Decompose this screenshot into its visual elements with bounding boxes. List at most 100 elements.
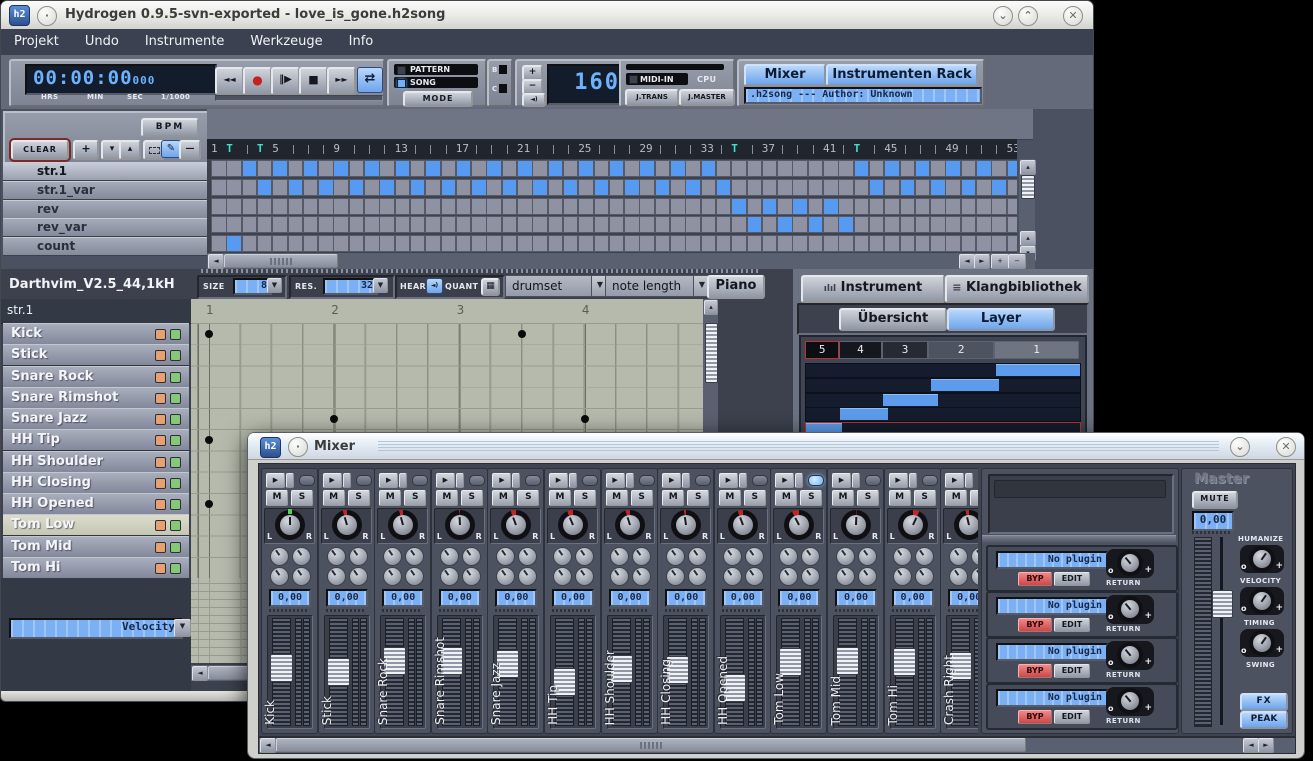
song-cell[interactable] [333,179,349,196]
show-peaks-button[interactable]: PEAK [1240,711,1288,729]
pattern-row[interactable]: count [3,237,207,256]
instrument-row[interactable]: Snare Jazz [3,408,189,430]
fx4-send-knob[interactable] [518,567,537,586]
fx-bypass-button[interactable]: BYP [1018,710,1052,724]
trigger-bar-button[interactable] [512,473,520,488]
maximize-button[interactable]: ⌃ [1018,6,1038,26]
song-cell[interactable] [762,160,778,177]
note-dot[interactable] [205,436,213,444]
song-cell[interactable] [532,216,548,233]
song-cell[interactable] [884,198,900,215]
song-cell[interactable] [838,235,854,252]
loop-button[interactable]: ⇄ [357,67,383,93]
song-cell[interactable] [288,235,304,252]
song-cell[interactable] [701,179,717,196]
fx1-send-knob[interactable] [893,547,912,566]
instrument-solo-button[interactable] [170,435,181,446]
song-cell[interactable] [869,216,885,233]
strip-volume-lcd[interactable]: 0,00 [382,589,424,607]
song-cell[interactable] [425,198,441,215]
song-cell[interactable] [731,198,747,215]
song-cell[interactable] [395,160,411,177]
song-cell[interactable] [945,198,961,215]
song-bpm-button[interactable]: BPM [141,118,199,137]
song-cell[interactable] [930,179,946,196]
song-cell[interactable] [747,235,763,252]
song-cell[interactable] [211,198,227,215]
song-cell[interactable] [257,179,273,196]
song-cell[interactable] [318,179,334,196]
song-cell[interactable] [930,198,946,215]
instrument-row[interactable]: Tom Mid [3,536,189,558]
instrument-mute-button[interactable] [155,435,166,446]
song-cell[interactable] [716,235,732,252]
timeline-number[interactable]: 17 [456,142,469,155]
song-cell[interactable] [517,179,533,196]
song-cell[interactable] [685,235,701,252]
song-cell[interactable] [395,235,411,252]
fx1-send-knob[interactable] [666,547,685,566]
note-property-dropdown-button[interactable]: ▼ [174,619,191,637]
song-cell[interactable] [379,198,395,215]
close-button[interactable]: ✕ [1276,437,1296,457]
song-cell[interactable] [701,198,717,215]
song-cell[interactable] [288,160,304,177]
layer-header-5[interactable]: 5 [805,341,839,359]
song-cell[interactable] [333,160,349,177]
strip-volume-lcd[interactable]: 0,00 [495,589,537,607]
song-cell[interactable] [869,235,885,252]
fx1-send-knob[interactable] [440,547,459,566]
song-cell[interactable] [349,160,365,177]
song-cell[interactable] [808,198,824,215]
song-cell[interactable] [242,179,258,196]
res-lcd[interactable]: 32 [323,278,378,295]
song-cell[interactable] [303,160,319,177]
song-cell[interactable] [364,198,380,215]
song-cell[interactable] [257,235,273,252]
song-cell[interactable] [1007,216,1017,233]
song-cell[interactable] [762,216,778,233]
song-cell[interactable] [838,198,854,215]
song-zoom-out-button[interactable]: − [1008,254,1026,269]
instrument-row[interactable]: HH Opened [3,493,189,515]
strip-volume-lcd[interactable]: 0,00 [552,589,594,607]
song-cell[interactable] [762,198,778,215]
song-cell[interactable] [288,179,304,196]
stop-button[interactable]: ■ [299,67,328,95]
mute-button[interactable]: M [775,490,797,506]
song-timeline[interactable]: 1TT59131721252933T3741T454953 [207,139,1017,159]
song-cell[interactable] [226,216,242,233]
song-cell[interactable] [226,198,242,215]
song-cell[interactable] [869,160,885,177]
strip-volume-lcd[interactable]: 0,00 [665,589,707,607]
fx2-send-knob[interactable] [801,547,820,566]
fx1-send-knob[interactable] [496,547,515,566]
song-cell[interactable] [288,216,304,233]
trigger-bar-button[interactable] [682,473,690,488]
instrument-row[interactable]: Tom Hi [3,557,189,579]
song-cell[interactable] [441,216,457,233]
instrument-solo-button[interactable] [170,414,181,425]
song-cell[interactable] [930,160,946,177]
song-cell[interactable] [655,160,671,177]
fx2-send-knob[interactable] [292,547,311,566]
song-cell[interactable] [670,235,686,252]
instrument-mute-button[interactable] [155,457,166,468]
song-cell[interactable] [211,235,227,252]
song-cell[interactable] [272,216,288,233]
solo-button[interactable]: S [744,490,766,506]
song-scroll-right-button[interactable]: ► [974,254,990,269]
instrument-mute-button[interactable] [155,563,166,574]
fx1-send-knob[interactable] [553,547,572,566]
song-cell[interactable] [823,160,839,177]
window-menu-icon[interactable]: · [288,437,308,457]
song-cell[interactable] [685,160,701,177]
layer-bar-row[interactable] [805,363,1081,378]
play-pause-button[interactable]: ‖▶ [271,67,300,95]
mute-button[interactable]: M [832,490,854,506]
layer-header-1[interactable]: 1 [994,341,1079,359]
fx3-send-knob[interactable] [836,567,855,586]
strip-volume-lcd[interactable]: 0,00 [439,589,481,607]
note-dot[interactable] [205,330,213,338]
fx3-send-knob[interactable] [949,567,968,586]
